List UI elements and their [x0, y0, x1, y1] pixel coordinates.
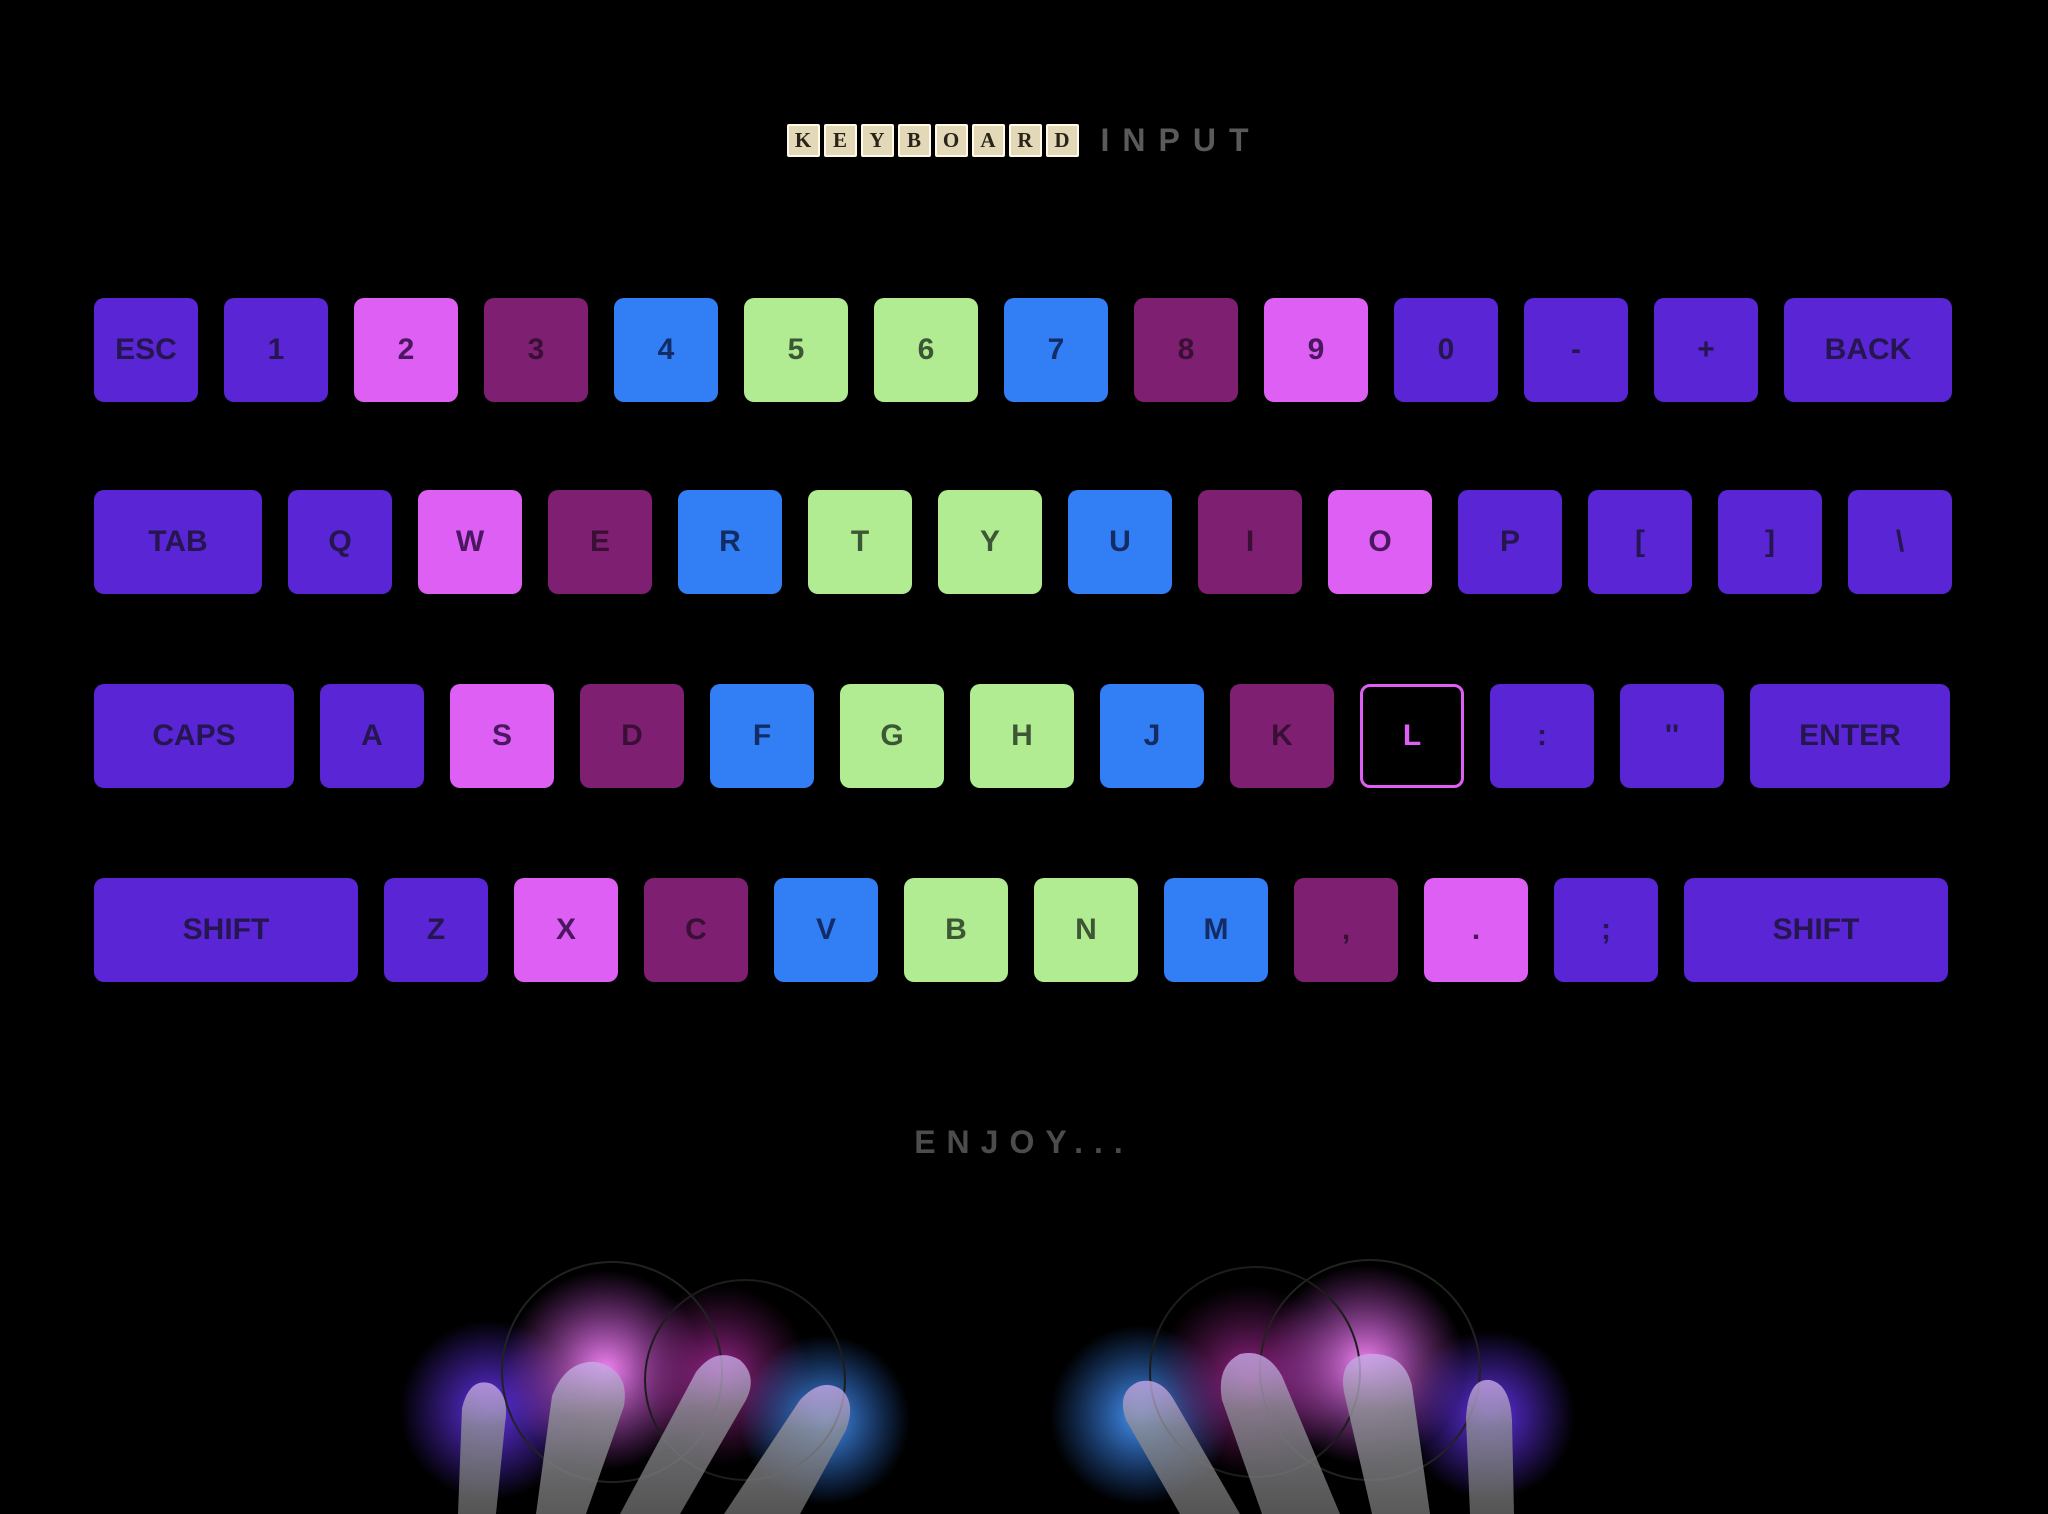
letter-tile: R [1008, 123, 1042, 157]
key-esc[interactable]: ESC [94, 298, 198, 402]
key-i[interactable]: I [1198, 490, 1302, 594]
key-7[interactable]: 7 [1004, 298, 1108, 402]
key-g[interactable]: G [840, 684, 944, 788]
key-n[interactable]: N [1034, 878, 1138, 982]
key-right-bracket[interactable]: ] [1718, 490, 1822, 594]
key-w[interactable]: W [418, 490, 522, 594]
key-plus[interactable]: + [1654, 298, 1758, 402]
key-s[interactable]: S [450, 684, 554, 788]
key-1[interactable]: 1 [224, 298, 328, 402]
key-r[interactable]: R [678, 490, 782, 594]
key-z[interactable]: Z [384, 878, 488, 982]
key-tab[interactable]: TAB [94, 490, 262, 594]
key-4[interactable]: 4 [614, 298, 718, 402]
key-p[interactable]: P [1458, 490, 1562, 594]
letter-tile: D [1045, 123, 1079, 157]
key-d[interactable]: D [580, 684, 684, 788]
key-2[interactable]: 2 [354, 298, 458, 402]
letter-tile: Y [860, 123, 894, 157]
app-title: K E Y B O A R D INPUT [0, 121, 2048, 158]
title-word: INPUT [1100, 121, 1262, 158]
letter-tile: A [971, 123, 1005, 157]
key-x[interactable]: X [514, 878, 618, 982]
finger [1466, 1379, 1514, 1514]
key-colon[interactable]: : [1490, 684, 1594, 788]
key-shift[interactable]: SHIFT [1684, 878, 1948, 982]
key-a[interactable]: A [320, 684, 424, 788]
key-8[interactable]: 8 [1134, 298, 1238, 402]
key-quote[interactable]: '' [1620, 684, 1724, 788]
key-e[interactable]: E [548, 490, 652, 594]
key-c[interactable]: C [644, 878, 748, 982]
key-y[interactable]: Y [938, 490, 1042, 594]
key-k[interactable]: K [1230, 684, 1334, 788]
letter-tile: K [786, 123, 820, 157]
key-j[interactable]: J [1100, 684, 1204, 788]
key-q[interactable]: Q [288, 490, 392, 594]
key-left-bracket[interactable]: [ [1588, 490, 1692, 594]
key-u[interactable]: U [1068, 490, 1172, 594]
key-period[interactable]: . [1424, 878, 1528, 982]
title-letter-tiles: K E Y B O A R D [786, 123, 1079, 157]
key-enter[interactable]: ENTER [1750, 684, 1950, 788]
key-comma[interactable]: , [1294, 878, 1398, 982]
key-h[interactable]: H [970, 684, 1074, 788]
key-minus[interactable]: - [1524, 298, 1628, 402]
key-backspace[interactable]: BACK [1784, 298, 1952, 402]
key-m[interactable]: M [1164, 878, 1268, 982]
letter-tile: E [823, 123, 857, 157]
key-0[interactable]: 0 [1394, 298, 1498, 402]
key-t[interactable]: T [808, 490, 912, 594]
key-f[interactable]: F [710, 684, 814, 788]
key-caps-lock[interactable]: CAPS [94, 684, 294, 788]
key-6[interactable]: 6 [874, 298, 978, 402]
key-v[interactable]: V [774, 878, 878, 982]
glowing-hands-illustration [400, 1259, 1575, 1514]
footer-message: ENJOY... [914, 1124, 1134, 1160]
key-5[interactable]: 5 [744, 298, 848, 402]
key-9[interactable]: 9 [1264, 298, 1368, 402]
key-backslash[interactable]: \ [1848, 490, 1952, 594]
letter-tile: B [897, 123, 931, 157]
key-semicolon[interactable]: ; [1554, 878, 1658, 982]
key-o[interactable]: O [1328, 490, 1432, 594]
key-shift[interactable]: SHIFT [94, 878, 358, 982]
letter-tile: O [934, 123, 968, 157]
key-3[interactable]: 3 [484, 298, 588, 402]
key-l[interactable]: L [1360, 684, 1464, 788]
key-b[interactable]: B [904, 878, 1008, 982]
